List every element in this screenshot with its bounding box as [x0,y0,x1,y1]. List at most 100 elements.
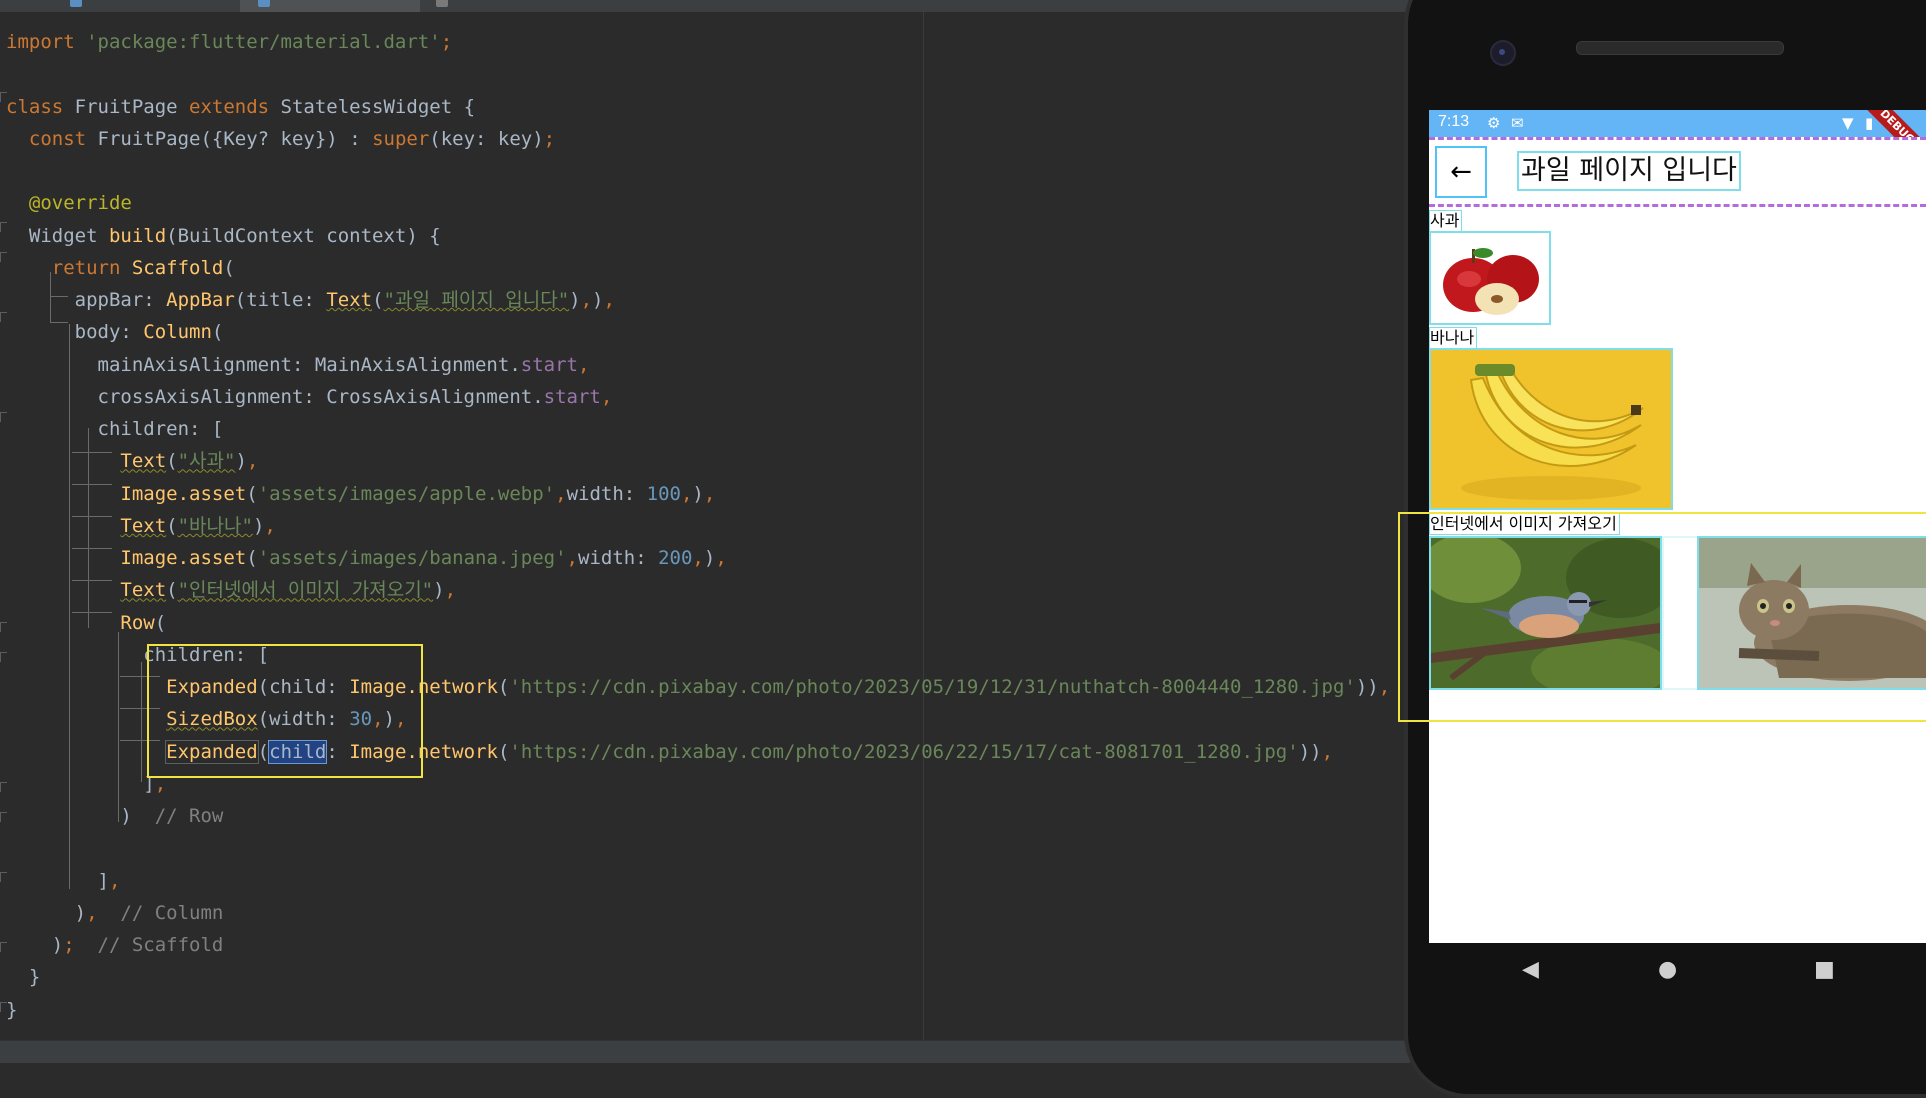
code-token: ] [6,772,155,795]
code-line[interactable]: ); // Scaffold [6,929,224,961]
tree-guide [72,516,112,517]
code-line[interactable]: appBar: AppBar(title: Text("과일 페이지 입니다")… [6,284,615,316]
code-token: , [580,289,593,311]
code-token: ( [246,482,258,505]
code-token: ( [246,547,258,569]
code-token: build [108,224,167,247]
code-line[interactable]: Text("사과"), [6,445,258,477]
wifi-icon: ▼ [1842,114,1854,132]
code-line[interactable]: Image.asset('assets/images/apple.webp',w… [6,478,715,510]
back-arrow-icon: ← [1450,157,1472,187]
code-token: (key: key) [429,127,544,150]
code-line[interactable]: class FruitPage extends StatelessWidget … [6,91,475,123]
status-time: 7:13 [1438,113,1470,130]
code-token: )) [1355,676,1379,698]
nav-recents-button[interactable]: ■ [1814,957,1835,982]
code-token: , [444,579,457,602]
fold-marker[interactable] [0,942,7,952]
code-token: Text [326,289,373,311]
code-token: , [108,869,121,892]
gmail-icon: ✉ [1511,114,1524,132]
code-token: Text [120,514,167,537]
nav-back-button[interactable]: ◀ [1522,957,1539,982]
appbar-debug-outline [1429,137,1926,140]
fold-marker[interactable] [0,652,7,662]
code-token: ) [433,579,445,602]
code-token: width: [566,482,647,505]
code-line[interactable]: ), // Column [6,897,224,929]
fold-marker[interactable] [0,412,7,422]
banana-label: 바나나 [1429,327,1478,349]
code-token: // Row [154,805,224,827]
fold-marker[interactable] [0,92,7,102]
code-token: ) [692,482,704,505]
fold-marker[interactable] [0,1002,7,1012]
android-nav-bar: ◀ ● ■ [1429,943,1926,1062]
code-line[interactable]: import 'package:flutter/material.dart'; [6,26,452,58]
tree-guide [72,548,112,549]
fold-marker[interactable] [0,622,7,632]
back-button[interactable]: ← [1435,146,1487,198]
code-token: , [603,289,615,311]
fold-marker[interactable] [0,312,7,322]
code-line[interactable]: } [6,994,17,1026]
fold-marker[interactable] [0,222,7,232]
camera-icon [1490,40,1516,66]
code-editor[interactable]: import 'package:flutter/material.dart'; c… [0,12,1410,1040]
code-token: , [86,901,98,924]
editor-tab[interactable] [50,0,200,12]
code-token: "사과" [177,450,236,473]
code-line[interactable]: Image.asset('assets/images/banana.jpeg',… [6,542,727,574]
code-token: 'assets/images/banana.jpeg' [257,547,567,569]
tree-guide [69,324,70,889]
code-line[interactable]: children: [ [6,413,224,445]
appbar-debug-outline [1429,204,1926,207]
code-token: 200 [658,547,693,569]
android-status-bar: 7:13 ⚙ ✉ ▼ ▮ DEBUG [1429,110,1926,173]
code-token: , [246,450,259,473]
code-token: ( [166,579,178,602]
code-line[interactable]: ], [6,768,166,800]
code-line[interactable]: return Scaffold( [6,252,235,284]
code-line[interactable]: crossAxisAlignment: CrossAxisAlignment.s… [6,381,613,413]
code-token: ( [497,676,510,698]
code-token: (title: [234,289,327,311]
page-title: 과일 페이지 입니다 [1517,151,1741,191]
fold-marker[interactable] [0,252,7,262]
code-token: StatelessWidget { [280,95,476,118]
code-token: @override [28,192,132,215]
banana-image [1429,348,1673,510]
code-line[interactable]: body: Column( [6,316,224,348]
code-line[interactable]: Text("바나나"), [6,510,276,542]
code-token: , [1378,676,1391,698]
code-token: ) [6,934,64,956]
code-token: ) [6,901,87,924]
code-token: , [264,514,276,537]
nav-home-button[interactable]: ● [1658,957,1677,982]
code-line[interactable]: mainAxisAlignment: MainAxisAlignment.sta… [6,349,590,381]
fold-marker[interactable] [0,782,7,792]
code-token: ( [166,450,178,473]
tree-guide [72,484,112,485]
code-line[interactable]: } [6,961,40,993]
code-token: , [692,547,704,569]
fold-marker[interactable] [0,872,7,882]
fold-marker[interactable] [0,812,7,822]
code-token: , [715,547,727,569]
editor-tab[interactable] [430,0,550,12]
code-line[interactable]: ], [6,865,121,897]
tree-guide [72,580,112,581]
code-line[interactable]: const FruitPage({Key? key}) : super(key:… [6,123,555,155]
code-token: Widget [6,224,109,247]
code-token: super [372,127,430,150]
selection-highlight-box [147,644,423,778]
code-token: Text [120,579,167,602]
code-token: appBar: [6,289,167,311]
code-line[interactable]: @override [6,187,132,219]
code-line[interactable]: Widget build(BuildContext context) { [6,220,441,252]
code-line[interactable]: ) // Row [6,800,223,832]
code-token: ; [63,934,75,956]
